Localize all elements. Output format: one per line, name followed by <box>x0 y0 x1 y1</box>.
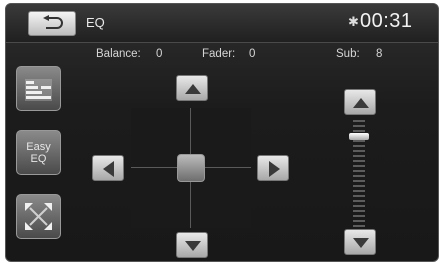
arrow-up-icon <box>185 84 201 94</box>
arrow-left-icon <box>103 161 114 177</box>
arrow-right-icon <box>269 161 280 177</box>
top-bar: EQ ✱ 00:31 <box>6 4 438 43</box>
slider-tick <box>353 225 365 227</box>
slider-tick <box>353 175 365 177</box>
slider-tick <box>353 125 365 127</box>
slider-tick <box>353 200 365 202</box>
fader-front-button[interactable] <box>176 75 208 101</box>
slider-tick <box>353 155 365 157</box>
sub-level-down-button[interactable] <box>344 229 376 255</box>
slider-tick <box>353 220 365 222</box>
balance-value: 0 <box>156 48 163 60</box>
balance-left-button[interactable] <box>92 155 124 181</box>
sub-level-slider-thumb[interactable] <box>349 133 369 140</box>
speaker-position-button[interactable] <box>16 194 61 239</box>
slider-tick <box>353 210 365 212</box>
sub-label: Sub: <box>336 48 360 60</box>
back-arrow-icon <box>43 15 63 29</box>
arrow-down-icon <box>353 238 369 248</box>
page-title: EQ <box>86 15 105 30</box>
head-unit-screen: EQ ✱ 00:31 Balance: 0 Fader: 0 Sub: 8 Ea… <box>5 3 439 262</box>
slider-tick <box>353 145 365 147</box>
equalizer-mode-button[interactable] <box>16 66 61 111</box>
slider-tick <box>353 215 365 217</box>
slider-tick <box>353 120 365 122</box>
sub-value: 8 <box>376 48 383 60</box>
equalizer-bars-icon <box>25 79 52 101</box>
easy-eq-button[interactable]: Easy EQ <box>16 130 61 175</box>
slider-tick <box>353 185 365 187</box>
fader-label: Fader: <box>202 48 236 60</box>
clock: 00:31 <box>360 10 413 32</box>
slider-tick <box>353 150 365 152</box>
slider-tick <box>353 205 365 207</box>
slider-tick <box>353 190 365 192</box>
speaker-position-icon <box>25 203 52 230</box>
slider-tick <box>353 160 365 162</box>
bluetooth-icon: ✱ <box>348 14 359 29</box>
slider-tick <box>353 165 365 167</box>
back-button[interactable] <box>28 11 76 36</box>
arrow-up-icon <box>353 98 369 108</box>
balance-fader-position-knob[interactable] <box>177 154 205 182</box>
slider-tick <box>353 180 365 182</box>
slider-tick <box>353 170 365 172</box>
balance-right-button[interactable] <box>257 155 289 181</box>
slider-tick <box>353 140 365 142</box>
arrow-down-icon <box>185 241 201 251</box>
balance-label: Balance: <box>96 48 141 60</box>
easy-eq-label-line2: EQ <box>30 152 47 165</box>
slider-tick <box>353 130 365 132</box>
fader-rear-button[interactable] <box>176 232 208 258</box>
easy-eq-label-line1: Easy <box>26 140 51 153</box>
fader-value: 0 <box>249 48 256 60</box>
sub-level-up-button[interactable] <box>344 89 376 115</box>
slider-tick <box>353 195 365 197</box>
